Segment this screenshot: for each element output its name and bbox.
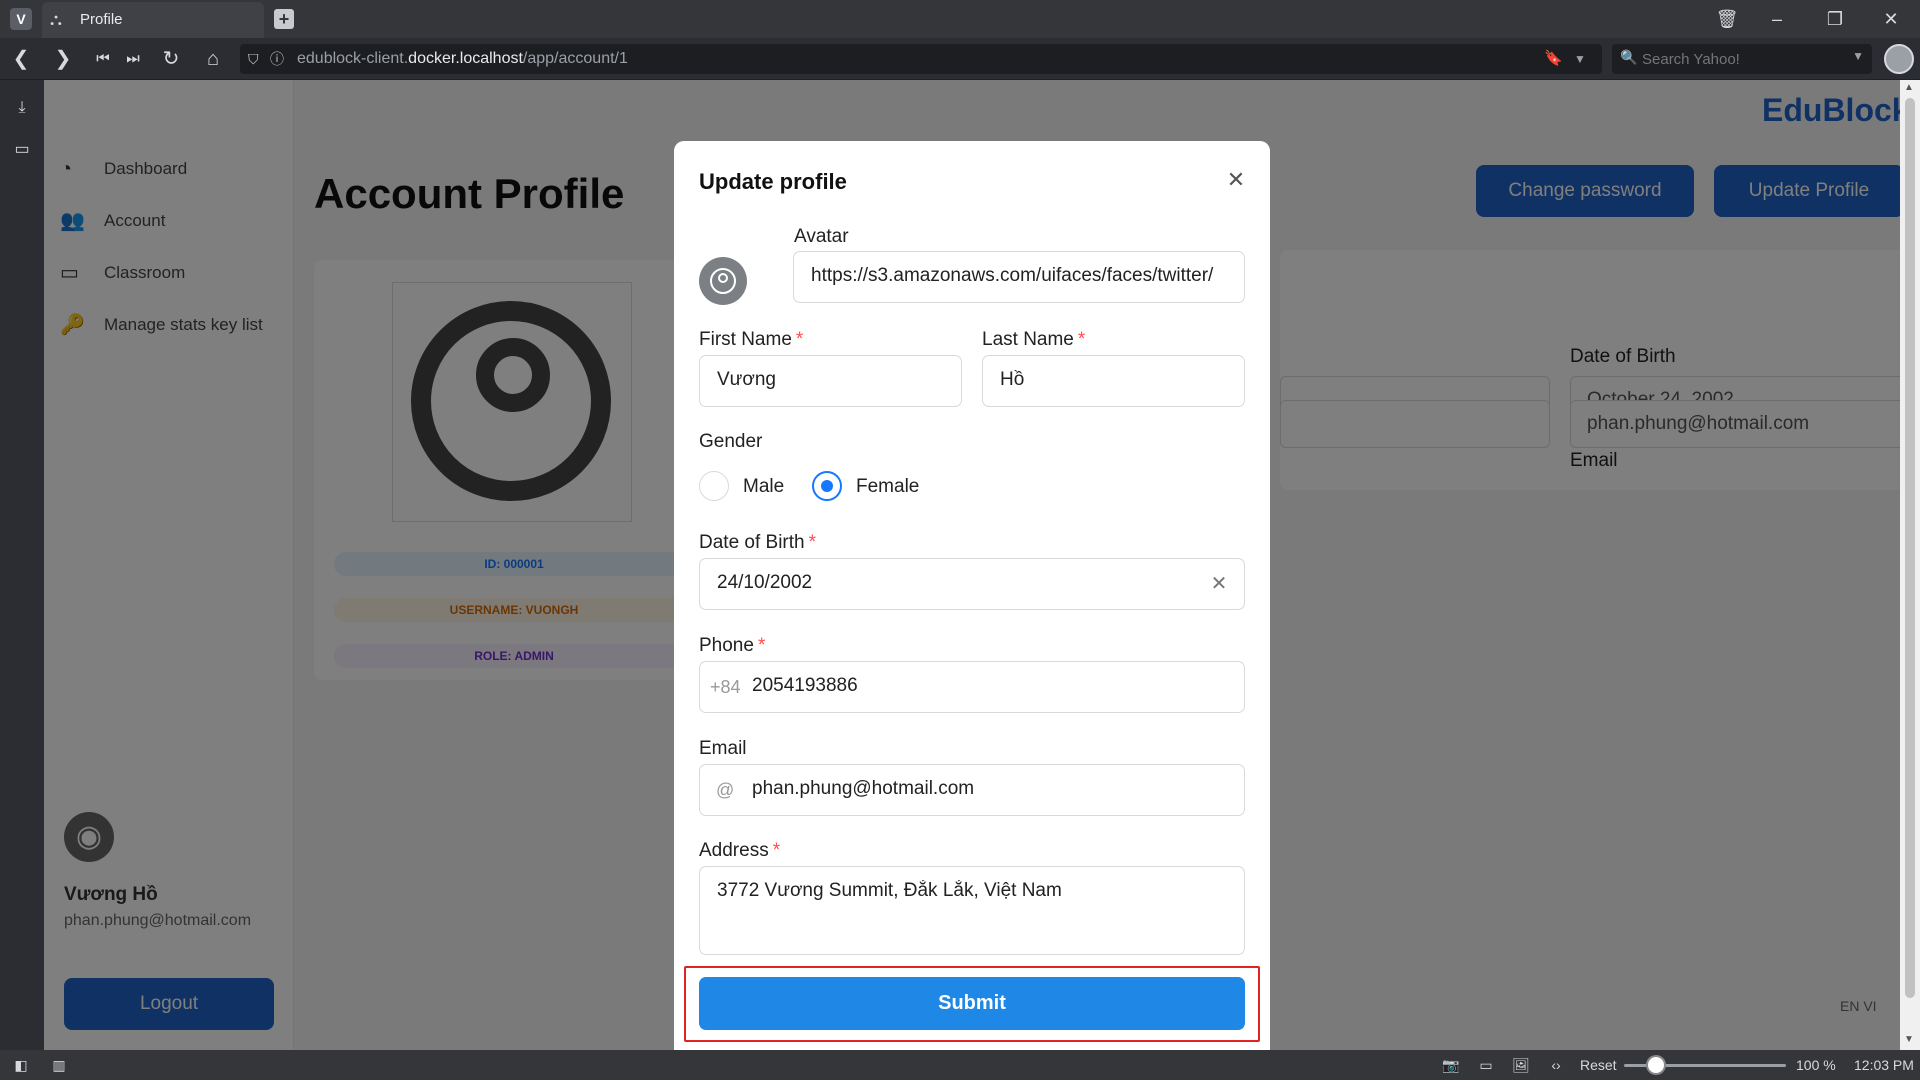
restore-button[interactable]: ❐	[1822, 6, 1848, 32]
rewind-button[interactable]: ⏮	[90, 46, 116, 72]
first-name-field[interactable]	[699, 355, 962, 407]
vivaldi-menu-icon[interactable]: V	[10, 8, 32, 30]
email-input[interactable]	[752, 778, 1222, 800]
phone-input[interactable]	[752, 675, 1222, 697]
forward-button[interactable]: ❯	[50, 46, 76, 72]
zoom-level: 100 %	[1796, 1057, 1836, 1073]
window-panel-icon[interactable]: ▭	[10, 138, 34, 162]
browser-side-panel: ⤓ ▭	[0, 80, 44, 1050]
fast-forward-button[interactable]: ⏭	[120, 46, 146, 72]
search-icon: 🔍	[1620, 49, 1638, 65]
avatar-input[interactable]	[811, 265, 1231, 287]
info-icon[interactable]: ⓘ	[270, 49, 288, 69]
reload-button[interactable]: ↻	[158, 46, 184, 72]
dob-label: Date of Birth *	[699, 532, 817, 553]
chevron-down-icon[interactable]: ▼	[1574, 49, 1592, 69]
email-label: Email	[699, 738, 747, 759]
bookmark-icon[interactable]: 🔖	[1544, 49, 1563, 69]
minimize-button[interactable]: –	[1764, 6, 1790, 32]
gender-label: Gender	[699, 431, 763, 452]
window-icon[interactable]: ▭	[1475, 1055, 1497, 1075]
browser-tab[interactable]: ⛬ Profile	[42, 2, 264, 38]
last-name-field[interactable]	[982, 355, 1245, 407]
image-icon[interactable]: 🖼	[1510, 1055, 1532, 1075]
downloads-icon[interactable]: ⤓	[10, 96, 34, 120]
address-label: Address *	[699, 840, 781, 861]
at-icon: @	[716, 780, 735, 800]
browser-status-bar: ◧ ▥ 📷 ▭ 🖼 ‹› Reset 100 % 12:03 PM	[0, 1050, 1920, 1080]
phone-prefix: +84	[710, 677, 741, 697]
browser-profile-avatar[interactable]	[1884, 44, 1914, 74]
url-field[interactable]: ⛉ ⓘ edublock-client.docker.localhost/app…	[240, 44, 1602, 74]
zoom-slider-handle[interactable]	[1646, 1055, 1666, 1075]
browser-tab-bar: V ⛬ Profile + 🗑 – ❐ ✕	[0, 0, 1920, 38]
submit-button[interactable]: Submit	[699, 977, 1245, 1030]
close-icon[interactable]: ✕	[1224, 168, 1248, 192]
dob-field[interactable]: ✕	[699, 558, 1245, 610]
modal-title: Update profile	[699, 169, 847, 194]
scroll-thumb[interactable]	[1905, 98, 1915, 998]
shield-icon[interactable]: ⛉	[248, 49, 266, 69]
zoom-reset-button[interactable]: Reset	[1580, 1057, 1617, 1073]
avatar-field[interactable]	[793, 251, 1245, 303]
scroll-up-icon[interactable]: ▲	[1904, 82, 1914, 93]
search-field[interactable]: 🔍 ▼	[1612, 44, 1872, 74]
dob-input[interactable]	[717, 572, 1197, 594]
scroll-down-icon[interactable]: ▼	[1904, 1034, 1914, 1045]
gender-male-label[interactable]: Male	[743, 476, 784, 498]
back-button[interactable]: ❮	[8, 46, 34, 72]
avatar-label: Avatar	[794, 226, 849, 247]
tab-title: Profile	[80, 11, 123, 28]
tab-favicon-icon: ⛬	[50, 10, 62, 29]
phone-label: Phone *	[699, 635, 766, 656]
avatar-preview-icon	[699, 257, 747, 305]
browser-address-bar: ❮ ❯ ⏮ ⏭ ↻ ⌂ ⛉ ⓘ edublock-client.docker.l…	[0, 38, 1920, 80]
trash-icon[interactable]: 🗑	[1714, 6, 1740, 32]
update-profile-modal: Update profile ✕ Avatar First Name* Last…	[674, 141, 1270, 1050]
phone-field[interactable]: +84	[699, 661, 1245, 713]
email-field[interactable]: @	[699, 764, 1245, 816]
gender-female-label[interactable]: Female	[856, 476, 919, 498]
address-textarea[interactable]: 3772 Vương Summit, Đắk Lắk, Việt Nam	[717, 880, 1227, 940]
close-window-button[interactable]: ✕	[1878, 6, 1904, 32]
code-icon[interactable]: ‹›	[1545, 1055, 1567, 1075]
address-field[interactable]: 3772 Vương Summit, Đắk Lắk, Việt Nam	[699, 866, 1245, 955]
url-text: edublock-client.docker.localhost/app/acc…	[297, 50, 628, 67]
first-name-input[interactable]	[717, 369, 947, 391]
page-scrollbar[interactable]: ▲ ▼	[1900, 80, 1920, 1050]
last-name-label: Last Name *	[982, 329, 1086, 350]
clock: 12:03 PM	[1854, 1057, 1914, 1073]
last-name-input[interactable]	[1000, 369, 1230, 391]
camera-icon[interactable]: 📷	[1440, 1055, 1462, 1075]
clear-icon[interactable]: ✕	[1208, 572, 1230, 596]
new-tab-button[interactable]: +	[274, 9, 294, 29]
search-engine-dropdown-icon[interactable]: ▼	[1852, 49, 1864, 63]
panel-toggle-icon[interactable]: ◧	[10, 1055, 32, 1075]
tile-icon[interactable]: ▥	[48, 1055, 70, 1075]
gender-male-radio[interactable]	[699, 471, 729, 501]
gender-female-radio[interactable]	[812, 471, 842, 501]
search-input[interactable]	[1642, 49, 1832, 69]
home-button[interactable]: ⌂	[200, 46, 226, 72]
first-name-label: First Name *	[699, 329, 804, 350]
